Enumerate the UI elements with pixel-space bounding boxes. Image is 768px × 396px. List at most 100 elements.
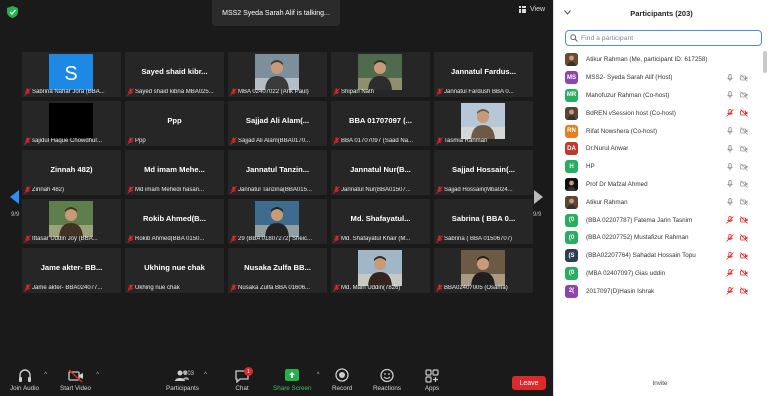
participant-row[interactable]: Atikur Rahman (Me, participant ID: 61725… [554, 51, 762, 69]
next-page-arrow-icon[interactable] [534, 190, 543, 204]
participant-name: MSS2- Syeda Sarah Alif (Host) [586, 74, 673, 82]
mic-muted-icon[interactable] [726, 251, 734, 260]
participant-video-tile[interactable]: Md. Shafayatul... Md. Shafayatul Khair (M… [331, 199, 430, 244]
reactions-button[interactable]: Reactions [373, 368, 401, 392]
video-off-icon[interactable] [740, 180, 748, 189]
participant-row[interactable]: (S (BBA02207764) Sahadat Hossain Topu [554, 247, 762, 265]
participant-search-box[interactable] [565, 30, 762, 46]
mic-muted-icon[interactable] [726, 109, 734, 118]
participant-video-tile[interactable]: Sayed shaid kibr... Sayed shaid kibria MB… [125, 52, 224, 97]
video-off-icon[interactable] [740, 162, 748, 171]
view-button[interactable]: View [519, 6, 545, 13]
avatar: (0 [565, 231, 578, 245]
record-button[interactable]: Record [332, 368, 352, 392]
participant-name-label: MBA 02407022 (Arik Paul) [230, 87, 325, 96]
avatar: RN [565, 124, 578, 138]
participant-video-tile[interactable]: BBA02407005 (Osama) [434, 248, 533, 293]
participant-video-tile[interactable]: BBA 01707097 (... BBA 01707097 (Saad Na..… [331, 101, 430, 146]
share-screen-button[interactable]: Share Screen ^ [273, 368, 320, 392]
participant-video-tile[interactable]: S Sabrina Nahar Jora (BBA... [22, 52, 121, 97]
avatar [565, 195, 578, 209]
video-off-icon[interactable] [740, 287, 748, 296]
participant-video-tile[interactable]: MBA 02407022 (Arik Paul) [228, 52, 327, 97]
participants-scrollbar[interactable] [763, 51, 767, 73]
video-options-caret-icon[interactable]: ^ [96, 372, 99, 378]
participants-panel: Participants (203) Atikur Rahman (Me, pa… [553, 0, 768, 396]
participants-button[interactable]: 203 Participants ^ [166, 368, 207, 392]
chat-button[interactable]: 1 Chat [234, 367, 253, 392]
participant-video-tile[interactable]: Jannatul Fardus... Jannatul Fardush BBA 0… [434, 52, 533, 97]
video-off-icon[interactable] [740, 91, 748, 100]
leave-button[interactable]: Leave [512, 376, 546, 390]
participant-name-label: Zinnah 482) [24, 185, 119, 194]
video-off-icon[interactable] [740, 127, 748, 135]
start-video-button[interactable]: Start Video ^ [60, 368, 99, 392]
participant-row[interactable]: RN Rifat Nowshera (Co-host) [554, 122, 762, 140]
audio-options-caret-icon[interactable]: ^ [44, 372, 47, 378]
video-off-icon[interactable] [740, 216, 748, 224]
participants-options-caret-icon[interactable]: ^ [204, 372, 207, 378]
video-off-icon[interactable] [740, 269, 748, 278]
previous-page-arrow-icon[interactable] [10, 190, 19, 204]
participant-status-icons [726, 198, 748, 207]
participant-video-tile[interactable]: Zinnah 482) Zinnah 482) [22, 150, 121, 195]
profile-picture [461, 250, 505, 286]
participant-video-tile[interactable]: Nusaka Zulfa BB... Nusaka Zulfa BBA 01606… [228, 248, 327, 293]
participant-video-tile[interactable]: 29 (BBA 01807272) Sheic... [228, 199, 327, 244]
participant-row[interactable]: 2(2017097(D)Hasin Ishrak [554, 282, 762, 300]
video-off-icon[interactable] [740, 145, 748, 153]
participant-row[interactable]: (0 (MBA 02407097) Gias uddin [554, 265, 762, 283]
mic-on-icon[interactable] [726, 144, 734, 153]
share-options-caret-icon[interactable]: ^ [317, 372, 320, 378]
participant-status-icons [726, 127, 748, 135]
participant-name-label: Rokib Ahmed(BBA 0150... [127, 234, 222, 243]
mic-on-icon[interactable] [726, 162, 734, 171]
participant-video-tile[interactable]: Sajjad Hossain(... Sajjad Hossain(Mba024.… [434, 150, 533, 195]
mic-on-icon[interactable] [726, 91, 734, 99]
participant-video-tile[interactable]: Jannatul Tanzin... Jannatul Tanzina(BBA01… [228, 150, 327, 195]
reactions-smiley-icon [380, 368, 394, 383]
mic-muted-icon[interactable] [726, 269, 734, 278]
video-off-icon[interactable] [740, 73, 748, 82]
participant-video-tile[interactable]: Ittasar Uddin Joy (BBA... [22, 199, 121, 244]
participant-label-text: Md imam Mehedi hasan... [135, 186, 205, 193]
video-off-icon[interactable] [740, 198, 748, 207]
participant-row[interactable]: DA Dr.Nurul Anwar [554, 140, 762, 158]
mic-on-icon[interactable] [726, 127, 734, 135]
participant-video-tile[interactable]: sajidul Haque Chowdhur... [22, 101, 121, 146]
video-off-icon[interactable] [740, 251, 748, 260]
participant-video-tile[interactable]: Rokib Ahmed(B... Rokib Ahmed(BBA 0150... [125, 199, 224, 244]
mic-muted-icon[interactable] [726, 216, 734, 224]
participant-row[interactable]: Prof Dr Mafzal Ahmed [554, 176, 762, 194]
video-off-icon[interactable] [740, 109, 748, 118]
participant-row[interactable]: MR Mahofuzur Rahman (Co-host) [554, 87, 762, 105]
video-off-icon[interactable] [740, 234, 748, 242]
participant-video-tile[interactable]: Shipan Nath [331, 52, 430, 97]
participant-video-tile[interactable]: Ppp Ppp [125, 101, 224, 146]
participant-row[interactable]: MS MSS2- Syeda Sarah Alif (Host) [554, 69, 762, 87]
participant-row[interactable]: (0 (BBA 02207787) Fatema Jarin Tasnim [554, 211, 762, 229]
apps-button[interactable]: Apps [424, 368, 440, 392]
mic-on-icon[interactable] [726, 180, 734, 188]
invite-button[interactable]: Invite [646, 378, 674, 389]
participant-video-tile[interactable]: Jannatul Nur(B... Jannatul Nur(BBA01507..… [331, 150, 430, 195]
participant-row[interactable]: BdREN vSession host (Co-host) [554, 104, 762, 122]
participant-search-input[interactable] [581, 34, 751, 42]
participant-video-tile[interactable]: Tasmia Rahman [434, 101, 533, 146]
participant-row[interactable]: (0 (BBA 02207752) Mustafizur Rahman [554, 229, 762, 247]
mic-muted-icon[interactable] [726, 287, 734, 296]
mic-muted-icon [127, 283, 134, 292]
participant-video-tile[interactable]: Sajjad Ali Alam(... Sajjad Ali Alam(BBA01… [228, 101, 327, 146]
participant-video-tile[interactable]: Sabrina ( BBA 0... Sabrina ( BBA 01506707… [434, 199, 533, 244]
participant-video-tile[interactable]: Md. Main Uddin(7826) [331, 248, 430, 293]
mic-on-icon[interactable] [726, 198, 734, 206]
participant-row[interactable]: Atikur Rahman [554, 193, 762, 211]
mic-on-icon[interactable] [726, 73, 734, 82]
mic-muted-icon[interactable] [726, 233, 734, 242]
participant-video-tile[interactable]: Ukhing nue chak Ukhing nue chak [125, 248, 224, 293]
participant-video-tile[interactable]: Jame akter- BB... Jame akter- BBA024077..… [22, 248, 121, 293]
join-audio-button[interactable]: Join Audio ^ [10, 368, 47, 392]
participant-row[interactable]: H HP [554, 158, 762, 176]
security-shield-icon[interactable] [7, 6, 18, 18]
participant-video-tile[interactable]: Md imam Mehe... Md imam Mehedi hasan... [125, 150, 224, 195]
